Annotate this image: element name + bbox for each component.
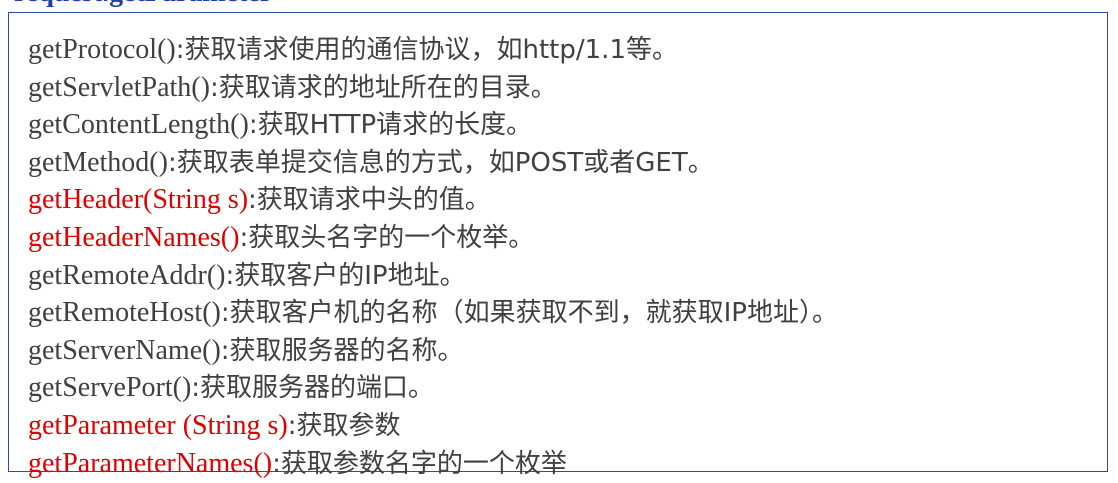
method-list-box: getProtocol():获取请求使用的通信协议，如http/1.1等。 ge… xyxy=(8,12,1108,479)
method-list: getProtocol():获取请求使用的通信协议，如http/1.1等。 ge… xyxy=(28,31,838,482)
clipped-heading: request.getParameter xyxy=(14,0,534,8)
method-name: getServePort() xyxy=(28,372,192,404)
method-name: getParameterNames() xyxy=(28,447,273,479)
method-description: :获取服务器的端口。 xyxy=(191,373,435,404)
method-description: :获取请求使用的通信协议，如http/1.1等。 xyxy=(175,35,678,65)
method-line: getServePort():获取服务器的端口。 xyxy=(28,369,838,407)
method-description: :获取HTTP请求的长度。 xyxy=(248,110,533,141)
method-name: getRemoteAddr() xyxy=(28,259,226,291)
method-line: getProtocol():获取请求使用的通信协议，如http/1.1等。 xyxy=(28,31,838,69)
method-name: getRemoteHost() xyxy=(28,297,221,329)
method-description: :获取请求的地址所在的目录。 xyxy=(209,72,557,103)
method-description: :获取头名字的一个枚举。 xyxy=(239,222,535,253)
method-name: getHeaderNames() xyxy=(28,221,240,253)
method-line: getContentLength():获取HTTP请求的长度。 xyxy=(28,106,838,144)
method-line: getServerName():获取服务器的名称。 xyxy=(28,332,838,370)
method-description: :获取表单提交信息的方式，如POST或者GET。 xyxy=(167,147,714,178)
method-description: :获取客户的IP地址。 xyxy=(225,260,466,291)
method-line: getHeader(String s):获取请求中头的值。 xyxy=(28,181,838,219)
method-description: :获取服务器的名称。 xyxy=(220,335,464,366)
method-name: getServletPath() xyxy=(28,71,210,103)
method-name: getContentLength() xyxy=(28,109,249,141)
method-line: getHeaderNames():获取头名字的一个枚举。 xyxy=(28,219,838,257)
method-line: getRemoteHost():获取客户机的名称（如果获取不到，就获取IP地址）… xyxy=(28,294,838,332)
method-name: getProtocol() xyxy=(28,34,176,65)
method-name: getServerName() xyxy=(28,334,221,366)
method-description: :获取请求中头的值。 xyxy=(248,185,491,216)
method-line: getParameter (String s):获取参数 xyxy=(28,407,838,445)
clipped-heading-text: request.getParameter xyxy=(14,0,534,8)
method-name: getMethod() xyxy=(28,146,168,178)
method-description: :获取客户机的名称（如果获取不到，就获取IP地址）。 xyxy=(220,298,838,329)
method-line: getServletPath():获取请求的地址所在的目录。 xyxy=(28,69,838,107)
method-line: getMethod():获取表单提交信息的方式，如POST或者GET。 xyxy=(28,144,838,182)
method-description: :获取参数 xyxy=(287,410,401,441)
method-name: getParameter (String s) xyxy=(28,409,288,441)
method-name: getHeader(String s) xyxy=(28,184,249,216)
method-line: getRemoteAddr():获取客户的IP地址。 xyxy=(28,257,838,295)
method-description: :获取参数名字的一个枚举 xyxy=(272,448,567,479)
method-line: getParameterNames():获取参数名字的一个枚举 xyxy=(28,445,838,483)
